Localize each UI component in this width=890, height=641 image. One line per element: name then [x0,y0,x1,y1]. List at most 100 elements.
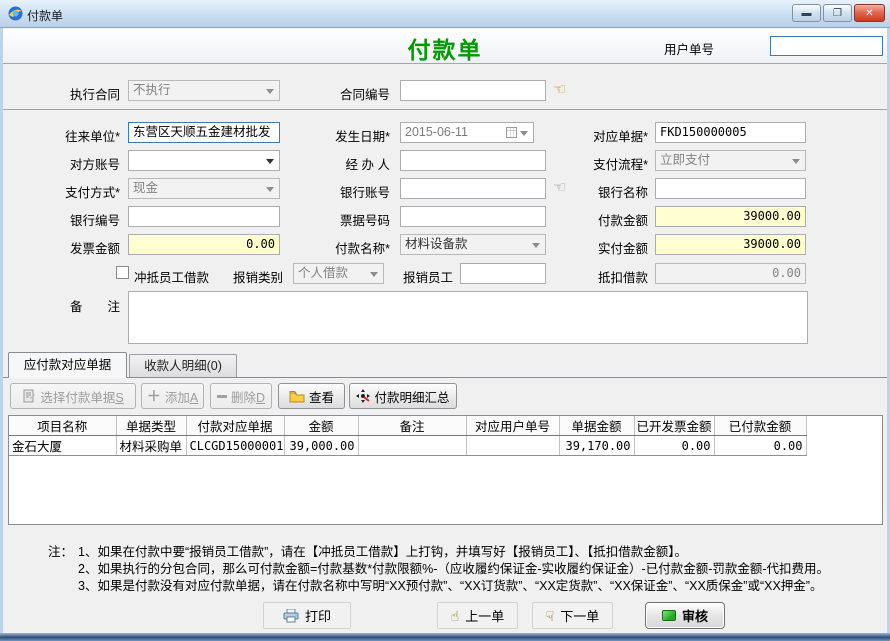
contract-no-input[interactable] [400,80,546,101]
note-line-3: 3、如果是付款没有对应付款单据，请在付款名称中写明“XX预付款”、“XX订货款”… [78,575,822,594]
exec-contract-select[interactable]: 不执行 [128,80,280,101]
calendar-icon [506,127,517,138]
column-header[interactable]: 金额 [284,416,358,436]
handler-label: 经 办 人 [300,154,390,173]
detail-table-container: 项目名称单据类型付款对应单据金额备注对应用户单号单据金额已开发票金额已付款金额 … [8,415,883,525]
audit-button[interactable]: 审核 [645,602,725,629]
chevron-down-icon [266,187,274,192]
print-button[interactable]: 打印 [263,602,351,629]
invoice-amount-field[interactable]: 0.00 [128,234,280,255]
maximize-button[interactable]: ❐ [823,4,852,22]
hand-up-icon: ☝ [451,609,460,623]
button-label: 添加 [165,391,190,405]
date-value: 2015-06-11 [405,125,468,139]
button-label: 付款明细汇总 [374,387,449,406]
column-header[interactable]: 单据金额 [559,416,634,436]
pay-name-label: 付款名称* [300,238,390,257]
column-header[interactable]: 备注 [358,416,466,436]
method-select[interactable]: 现金 [128,178,280,199]
view-button[interactable]: 查看 [278,383,345,409]
chevron-down-icon [266,89,274,94]
doc-input[interactable]: FKD150000005 [655,122,806,143]
chevron-down-icon [520,131,528,136]
close-button[interactable]: ✕ [854,4,885,22]
cell[interactable]: 0.00 [634,436,714,456]
method-value: 现金 [133,181,158,195]
cell[interactable] [466,436,559,456]
document-icon [22,389,36,403]
window-title: 付款单 [27,7,63,24]
cell[interactable]: 材料采购单 [116,436,186,456]
cell[interactable]: 0.00 [714,436,806,456]
select-payment-doc-button[interactable]: 选择付款单据S [10,383,136,409]
button-label: 查看 [309,387,334,406]
cell[interactable]: 39,000.00 [284,436,358,456]
contract-no-label: 合同编号 [300,84,390,103]
offset-loan-checkbox[interactable] [116,266,129,279]
date-picker[interactable]: 2015-06-11 [400,122,534,143]
claim-type-label: 报销类别 [195,267,283,286]
button-label: 打印 [305,606,331,625]
button-label: 上一单 [465,606,504,625]
minimize-button[interactable]: ▬ [792,4,821,22]
user-no-input[interactable] [770,36,883,56]
column-header[interactable]: 已开发票金额 [634,416,714,436]
method-label: 支付方式* [30,182,120,201]
bill-no-input[interactable] [400,206,546,227]
flow-value: 立即支付 [660,153,710,167]
cell[interactable] [358,436,466,456]
button-label: 审核 [682,606,708,625]
flow-select[interactable]: 立即支付 [655,150,806,171]
pay-name-select[interactable]: 材料设备款 [400,234,546,255]
button-label: 选择付款单据 [40,391,115,405]
next-order-button[interactable]: ☟ 下一单 [532,602,613,629]
add-button[interactable]: ＋ 添加A [141,383,204,409]
pay-amount-label: 付款金额 [558,210,648,229]
mnemonic: S [115,391,123,405]
titlebar[interactable]: 付款单 ▬ ❐ ✕ [0,0,890,28]
account-label: 对方账号 [30,154,120,173]
column-header[interactable]: 已付款金额 [714,416,806,436]
unit-input[interactable]: 东营区天顺五金建材批发部 [128,122,280,143]
chevron-down-icon [370,272,378,277]
date-label: 发生日期* [300,126,390,145]
remark-textarea[interactable] [128,291,808,344]
column-header[interactable]: 付款对应单据 [186,416,284,436]
printer-icon [283,609,299,623]
column-header[interactable]: 对应用户单号 [466,416,559,436]
delete-button[interactable]: 删除D [210,383,272,409]
cell[interactable]: 金石大厦 [9,436,116,456]
claim-type-select[interactable]: 个人借款 [293,263,384,284]
payment-summary-button[interactable]: 付款明细汇总 [349,383,457,409]
table-row[interactable]: 金石大厦材料采购单CLCGD15000001739,000.00 39,170.0… [9,436,806,456]
bank-name-input[interactable] [655,178,806,199]
column-header[interactable]: 单据类型 [116,416,186,436]
divider [0,377,890,378]
minus-icon [217,395,227,398]
payment-order-window: 付款单 ▬ ❐ ✕ 付款单 用户单号 执行合同 不执行 合同编号 ☜ 往来单位*… [0,0,890,641]
hand-down-icon: ☟ [546,609,555,623]
button-label: 删除 [231,391,256,405]
deduct-field: 0.00 [655,263,806,284]
bank-account-input[interactable] [400,178,546,199]
tab-payable-docs[interactable]: 应付款对应单据 [8,352,127,378]
cell[interactable]: 39,170.00 [559,436,634,456]
handler-input[interactable] [400,150,546,171]
button-label: 下一单 [560,606,599,625]
bill-no-label: 票据号码 [300,210,390,229]
chevron-down-icon [266,159,274,164]
claim-emp-input[interactable] [460,263,546,284]
previous-order-button[interactable]: ☝ 上一单 [437,602,518,629]
pay-amount-field[interactable]: 39000.00 [655,206,806,227]
folder-icon [289,390,305,403]
divider [3,109,887,110]
tab-payee-detail[interactable]: 收款人明细(0) [129,354,237,378]
column-header[interactable]: 项目名称 [9,416,116,436]
pick-contract-icon[interactable]: ☜ [553,82,566,97]
summary-icon [356,389,370,403]
bank-no-input[interactable] [128,206,280,227]
actual-amount-field[interactable]: 39000.00 [655,234,806,255]
account-combo[interactable] [128,150,280,171]
exec-contract-value: 不执行 [133,83,171,97]
cell[interactable]: CLCGD150000017 [186,436,284,456]
